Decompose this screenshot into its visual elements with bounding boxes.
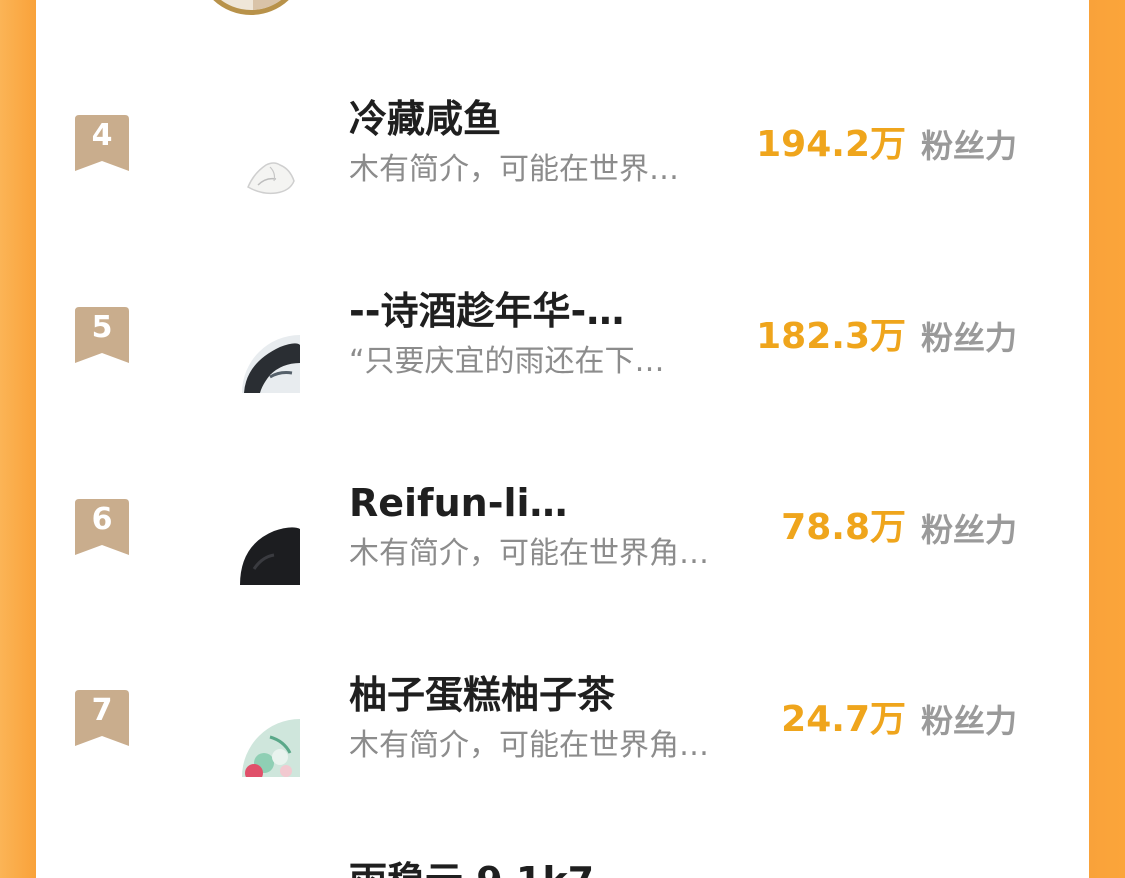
- fan-power-count: 194.2万: [756, 124, 906, 165]
- fan-power-count: 182.3万: [756, 316, 906, 357]
- rank-badge: 7: [75, 690, 129, 746]
- user-description: “只要庆宜的雨还在下…: [349, 344, 665, 379]
- username: 柚子蛋糕柚子茶: [349, 673, 616, 717]
- fan-power-count: 24.7万: [781, 699, 906, 740]
- avatar[interactable]: [240, 717, 300, 777]
- fan-power-label: 粉丝力: [921, 127, 1018, 165]
- fan-power-label: 粉丝力: [921, 319, 1018, 357]
- ranking-row[interactable]: 6 Reifun-li… 木有简介，可能在世界角… 78.8万 粉丝力: [36, 481, 1089, 639]
- user-description: 木有简介，可能在世界角…: [349, 728, 709, 763]
- rank-badge: 4: [75, 115, 129, 171]
- avatar[interactable]: [240, 525, 300, 585]
- username: --诗酒趁年华-…: [349, 289, 625, 333]
- fan-power-count: 78.8万: [781, 507, 906, 548]
- rank-badge: 5: [75, 307, 129, 363]
- ranking-row[interactable]: 4 冷藏咸鱼 木有简介，可能在世界… 194.2万 粉丝力: [36, 97, 1089, 255]
- avatar[interactable]: [240, 333, 300, 393]
- fan-power-label: 粉丝力: [921, 511, 1018, 549]
- avatar[interactable]: [240, 147, 300, 207]
- user-description: 木有简介，可能在世界…: [349, 152, 679, 187]
- ranking-row[interactable]: 7 柚子蛋糕柚子茶 木有简介，可能在世界角… 24.7万 粉丝力: [36, 673, 1089, 830]
- ranking-panel: 4 冷藏咸鱼 木有简介，可能在世界… 194.2万 粉丝力 5 --诗酒趁年华-…: [36, 0, 1089, 878]
- avatar-rank-3[interactable]: [196, 0, 306, 15]
- ranking-row[interactable]: 5 --诗酒趁年华-… “只要庆宜的雨还在下… 182.3万 粉丝力: [36, 289, 1089, 447]
- username: 冷藏咸鱼: [349, 97, 502, 141]
- fan-power-label: 粉丝力: [921, 702, 1018, 740]
- username: Reifun-li…: [349, 481, 568, 525]
- user-description: 木有简介，可能在世界角…: [349, 536, 709, 571]
- username-partial: 雨稳云 9 1k7: [349, 858, 594, 878]
- rank-badge: 6: [75, 499, 129, 555]
